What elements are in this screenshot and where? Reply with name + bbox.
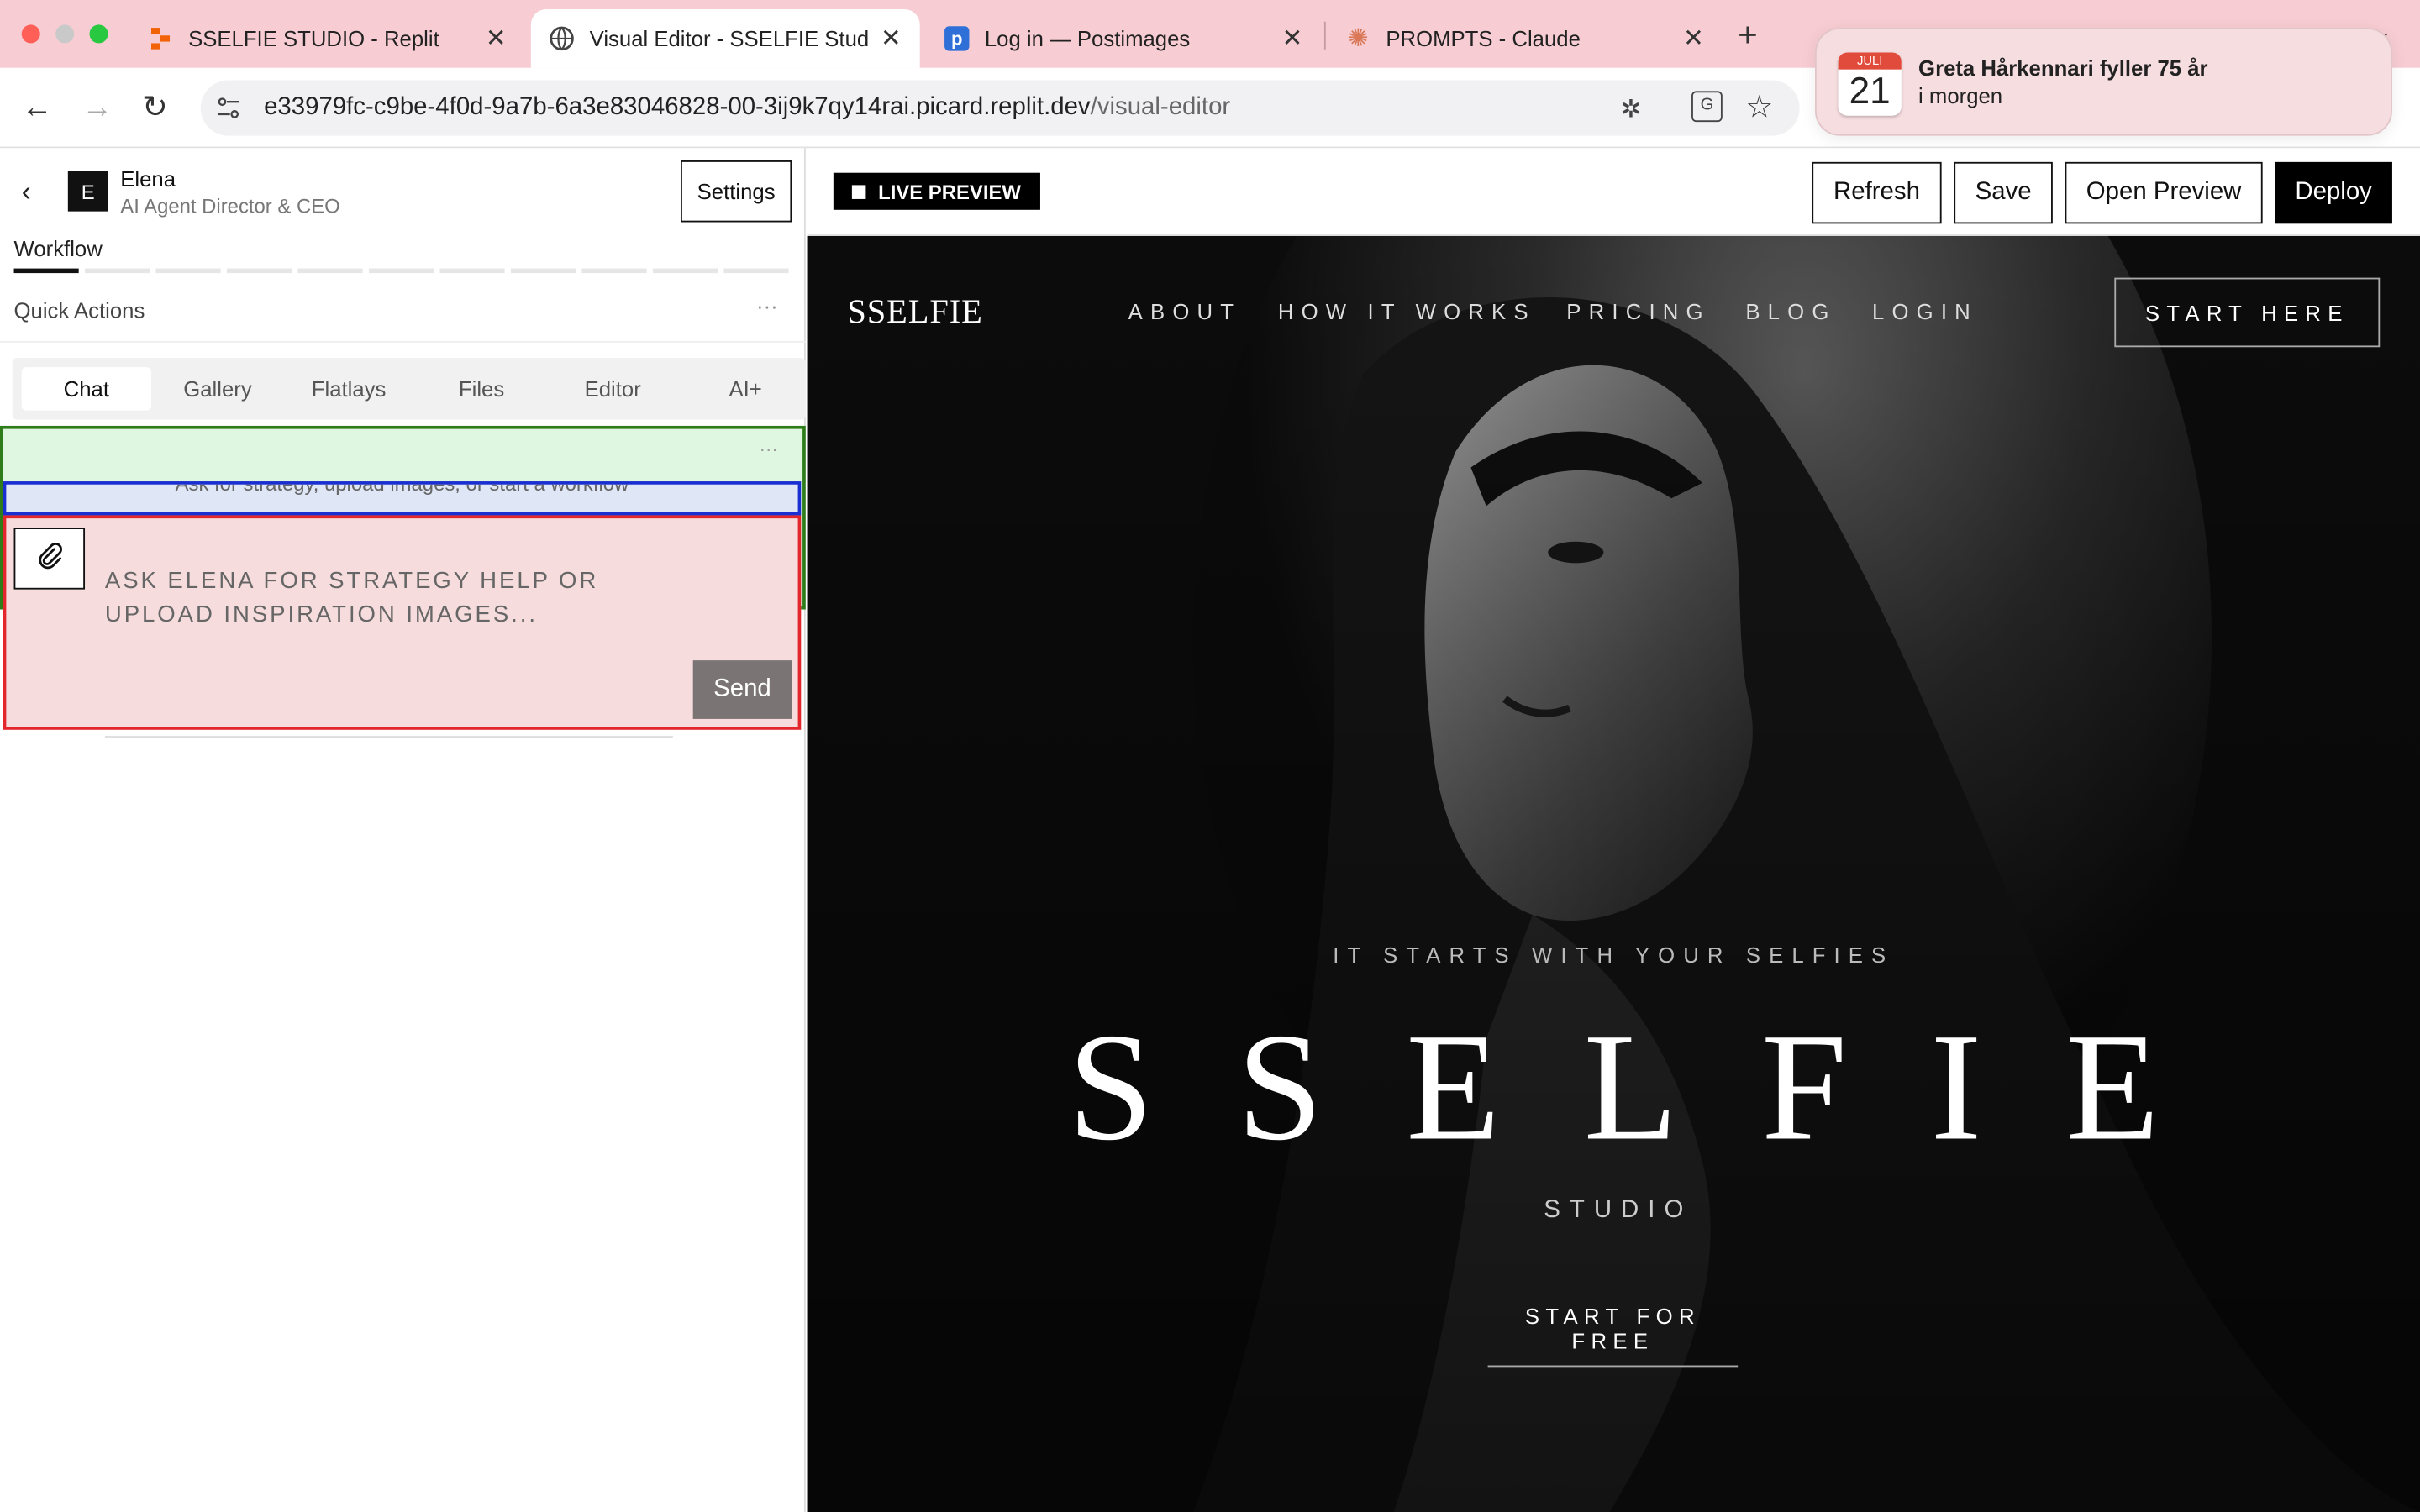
- deploy-button[interactable]: Deploy: [2275, 161, 2392, 224]
- save-button[interactable]: Save: [1954, 161, 2053, 224]
- avatar: E: [67, 171, 108, 212]
- hero-eyebrow: IT STARTS WITH YOUR SELFIES: [1333, 942, 1895, 968]
- workflow-step: [85, 268, 150, 274]
- zoom-window-button[interactable]: [89, 24, 108, 44]
- close-tab-icon[interactable]: ✕: [881, 24, 902, 55]
- open-preview-button[interactable]: Open Preview: [2065, 161, 2263, 224]
- browser-tab[interactable]: SSELFIE STUDIO - Replit ✕: [129, 9, 524, 68]
- browser-tab[interactable]: p Log in — Postimages ✕: [926, 9, 1321, 68]
- tab-gallery[interactable]: Gallery: [155, 367, 281, 410]
- back-arrow-icon[interactable]: ←: [22, 90, 53, 127]
- agent-role: AI Agent Director & CEO: [120, 194, 340, 218]
- quick-actions-label: Quick Actions: [13, 297, 145, 323]
- send-button[interactable]: Send: [692, 660, 792, 719]
- workflow-step: [652, 268, 718, 274]
- container-more-icon[interactable]: ···: [760, 438, 778, 460]
- workflow-step: [510, 268, 576, 274]
- preview-pane: LIVE PREVIEW Refresh Save Open Preview D…: [807, 148, 2420, 1512]
- editor-toolbar: LIVE PREVIEW Refresh Save Open Preview D…: [807, 148, 2420, 237]
- attach-button[interactable]: [13, 528, 86, 590]
- calendar-month: JULI: [1838, 52, 1902, 70]
- tab-title: Log in — Postimages: [984, 26, 1191, 51]
- reload-icon[interactable]: ↻: [142, 90, 168, 127]
- notification-subtitle: i morgen: [1918, 83, 2003, 108]
- tab-title: PROMPTS - Claude: [1386, 26, 1581, 51]
- new-tab-button[interactable]: +: [1738, 15, 1758, 55]
- tab-title: Visual Editor - SSELFIE Studio: [589, 26, 869, 51]
- workflow-step: [439, 268, 505, 274]
- replit-icon: [148, 26, 172, 50]
- refresh-button[interactable]: Refresh: [1812, 161, 1942, 224]
- divider: [0, 340, 806, 343]
- site-nav-about[interactable]: ABOUT: [1128, 299, 1242, 323]
- tab-files[interactable]: Files: [418, 367, 545, 410]
- stop-square-icon: [851, 184, 866, 199]
- close-tab-icon[interactable]: ✕: [1683, 24, 1704, 55]
- workflow-step: [368, 268, 434, 274]
- workflow-step: [227, 268, 292, 274]
- hero-subtitle: STUDIO: [1544, 1197, 1693, 1224]
- workflow-step: [581, 268, 647, 274]
- hero-title: SSELFIE: [1067, 1001, 2244, 1173]
- site-nav-login[interactable]: LOGIN: [1872, 299, 1978, 323]
- postimages-icon: p: [944, 26, 970, 51]
- url-host: e33979fc-c9be-4f0d-9a7b-6a3e83046828-00-…: [264, 94, 1091, 121]
- forward-arrow-icon[interactable]: →: [82, 90, 113, 127]
- workflow-step: [297, 268, 363, 274]
- start-for-free-link[interactable]: START FOR FREE: [1487, 1304, 1739, 1368]
- browser-tab-active[interactable]: Visual Editor - SSELFIE Studio ✕: [530, 9, 920, 68]
- notification-title: Greta Hårkennari fyller 75 år: [1918, 55, 2208, 81]
- workflow-label: Workflow: [13, 236, 103, 261]
- workflow-step: [13, 268, 79, 274]
- translate-icon[interactable]: G: [1691, 91, 1723, 123]
- url-path: /visual-editor: [1090, 94, 1231, 121]
- bookmark-star-icon[interactable]: ☆: [1745, 88, 1773, 127]
- quick-actions-more-icon[interactable]: ···: [756, 293, 778, 318]
- chat-hint-bar: Ask for strategy, upload images, or star…: [3, 481, 802, 516]
- workflow-step: [155, 268, 221, 274]
- tab-title: SSELFIE STUDIO - Replit: [188, 26, 439, 51]
- message-composer: ASK ELENA FOR STRATEGY HELP OR UPLOAD IN…: [3, 515, 802, 730]
- site-settings-icon[interactable]: [216, 96, 240, 120]
- workflow-step: [723, 268, 789, 274]
- composer-underline: [104, 736, 673, 738]
- close-tab-icon[interactable]: ✕: [486, 24, 507, 55]
- site-logo[interactable]: SSELFIE: [847, 291, 982, 332]
- paperclip-icon: [35, 541, 63, 576]
- calendar-day: 21: [1849, 71, 1891, 113]
- chat-hint: Ask for strategy, upload images, or star…: [175, 481, 629, 496]
- start-here-button[interactable]: START HERE: [2114, 277, 2381, 348]
- live-preview-label: LIVE PREVIEW: [878, 179, 1021, 203]
- panel-tabs: Chat Gallery Flatlays Files Editor AI+: [12, 358, 809, 420]
- agent-name: Elena: [120, 166, 176, 192]
- tab-editor[interactable]: Editor: [550, 367, 676, 410]
- tab-ai-plus[interactable]: AI+: [682, 367, 809, 410]
- close-tab-icon[interactable]: ✕: [1282, 24, 1303, 55]
- site-nav-pricing[interactable]: PRICING: [1566, 299, 1710, 323]
- close-window-button[interactable]: [21, 24, 40, 44]
- tab-divider: [1323, 21, 1326, 50]
- browser-tab[interactable]: ✺ PROMPTS - Claude ✕: [1328, 9, 1723, 68]
- site-nav-blog[interactable]: BLOG: [1745, 299, 1836, 323]
- site-preview: SSELFIE ABOUT HOW IT WORKS PRICING BLOG …: [807, 236, 2420, 1512]
- extension-icon[interactable]: ✲: [1621, 94, 1642, 125]
- tab-chat[interactable]: Chat: [21, 367, 152, 411]
- calendar-icon: JULI 21: [1838, 52, 1902, 116]
- settings-button[interactable]: Settings: [681, 160, 792, 223]
- minimize-window-button[interactable]: [55, 24, 75, 44]
- back-chevron-icon[interactable]: ‹: [22, 176, 31, 208]
- calendar-notification[interactable]: JULI 21 Greta Hårkennari fyller 75 år i …: [1815, 28, 2392, 136]
- agent-panel: ‹ E Elena AI Agent Director & CEO Settin…: [0, 148, 806, 1512]
- message-input[interactable]: ASK ELENA FOR STRATEGY HELP OR UPLOAD IN…: [105, 564, 660, 633]
- globe-icon: [550, 26, 574, 51]
- address-bar[interactable]: e33979fc-c9be-4f0d-9a7b-6a3e83046828-00-…: [200, 80, 1800, 136]
- live-preview-badge: LIVE PREVIEW: [833, 172, 1040, 210]
- url-text: e33979fc-c9be-4f0d-9a7b-6a3e83046828-00-…: [264, 94, 1230, 122]
- site-nav-how-it-works[interactable]: HOW IT WORKS: [1278, 299, 1536, 323]
- tab-flatlays[interactable]: Flatlays: [286, 367, 413, 410]
- claude-icon: ✺: [1348, 26, 1369, 53]
